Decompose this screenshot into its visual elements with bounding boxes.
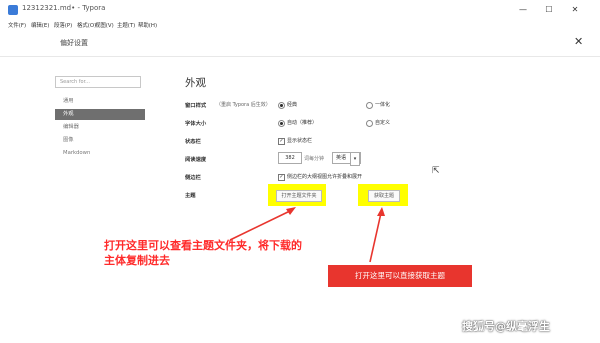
arrow-to-open-folder [229, 209, 293, 241]
arrow-head-open-folder [286, 207, 296, 215]
arrow-head-get-themes [377, 207, 385, 216]
annotation-theme-folder: 打开这里可以查看主题文件夹，将下载的主体复制进去 [104, 239, 302, 267]
annotation-arrows [229, 207, 385, 263]
watermark: 搜狐号@纵毫浮生 [462, 320, 550, 333]
arrow-to-get-themes [369, 212, 382, 263]
mouse-cursor-icon: ⇱ [432, 166, 440, 176]
annotation-get-themes: 打开这里可以直接获取主题 [328, 265, 472, 287]
